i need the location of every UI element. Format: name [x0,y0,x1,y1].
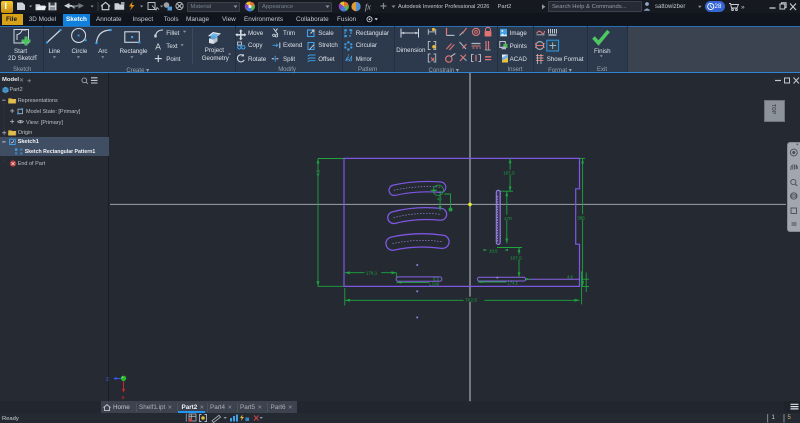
svg-text:Z: Z [106,377,109,383]
svg-text:170: 170 [504,216,512,221]
svg-text:1,588: 1,588 [429,282,440,287]
svg-text:4,5: 4,5 [315,169,320,176]
svg-text:»: » [741,4,745,11]
svg-text:107,5: 107,5 [503,171,515,176]
svg-text:174,6: 174,6 [508,281,519,286]
svg-text:178,1: 178,1 [366,271,378,276]
svg-text:107,5: 107,5 [510,256,522,261]
svg-text:10,5: 10,5 [489,248,498,253]
svg-text:762,5: 762,5 [465,298,477,304]
svg-text:X: X [121,395,125,401]
svg-text:40: 40 [437,196,442,201]
svg-text:4,6: 4,6 [567,275,573,280]
svg-text:A: A [155,42,161,52]
svg-text:fx: fx [365,3,371,12]
svg-text:385: 385 [577,215,585,220]
